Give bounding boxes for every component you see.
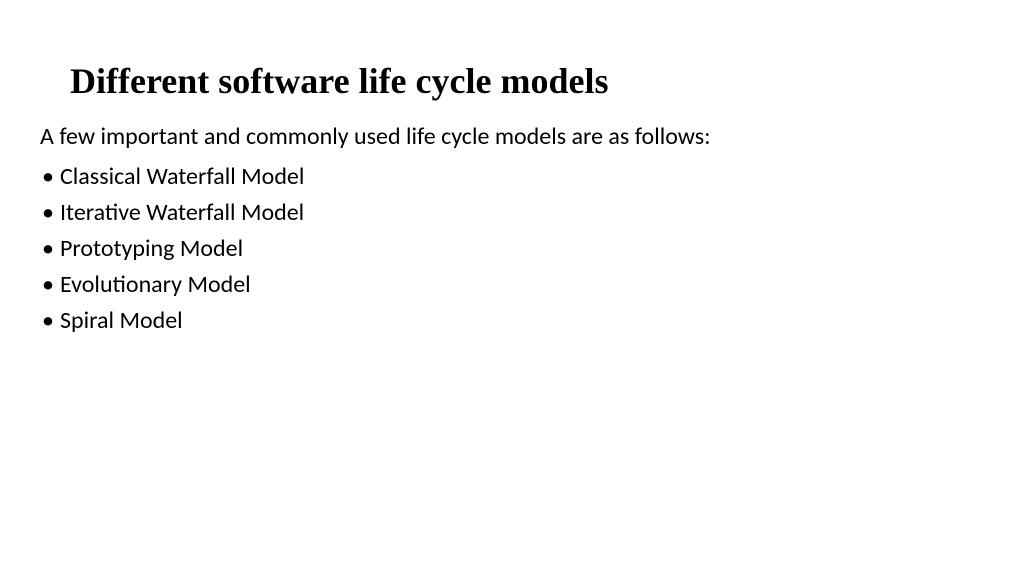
list-item: Iterative Waterfall Model [40, 195, 984, 231]
list-item: Prototyping Model [40, 231, 984, 267]
model-list: Classical Waterfall Model Iterative Wate… [40, 159, 984, 339]
slide-title: Different software life cycle models [70, 60, 984, 102]
list-item: Spiral Model [40, 303, 984, 339]
intro-text: A few important and commonly used life c… [40, 122, 984, 151]
list-item: Evolutionary Model [40, 267, 984, 303]
list-item: Classical Waterfall Model [40, 159, 984, 195]
